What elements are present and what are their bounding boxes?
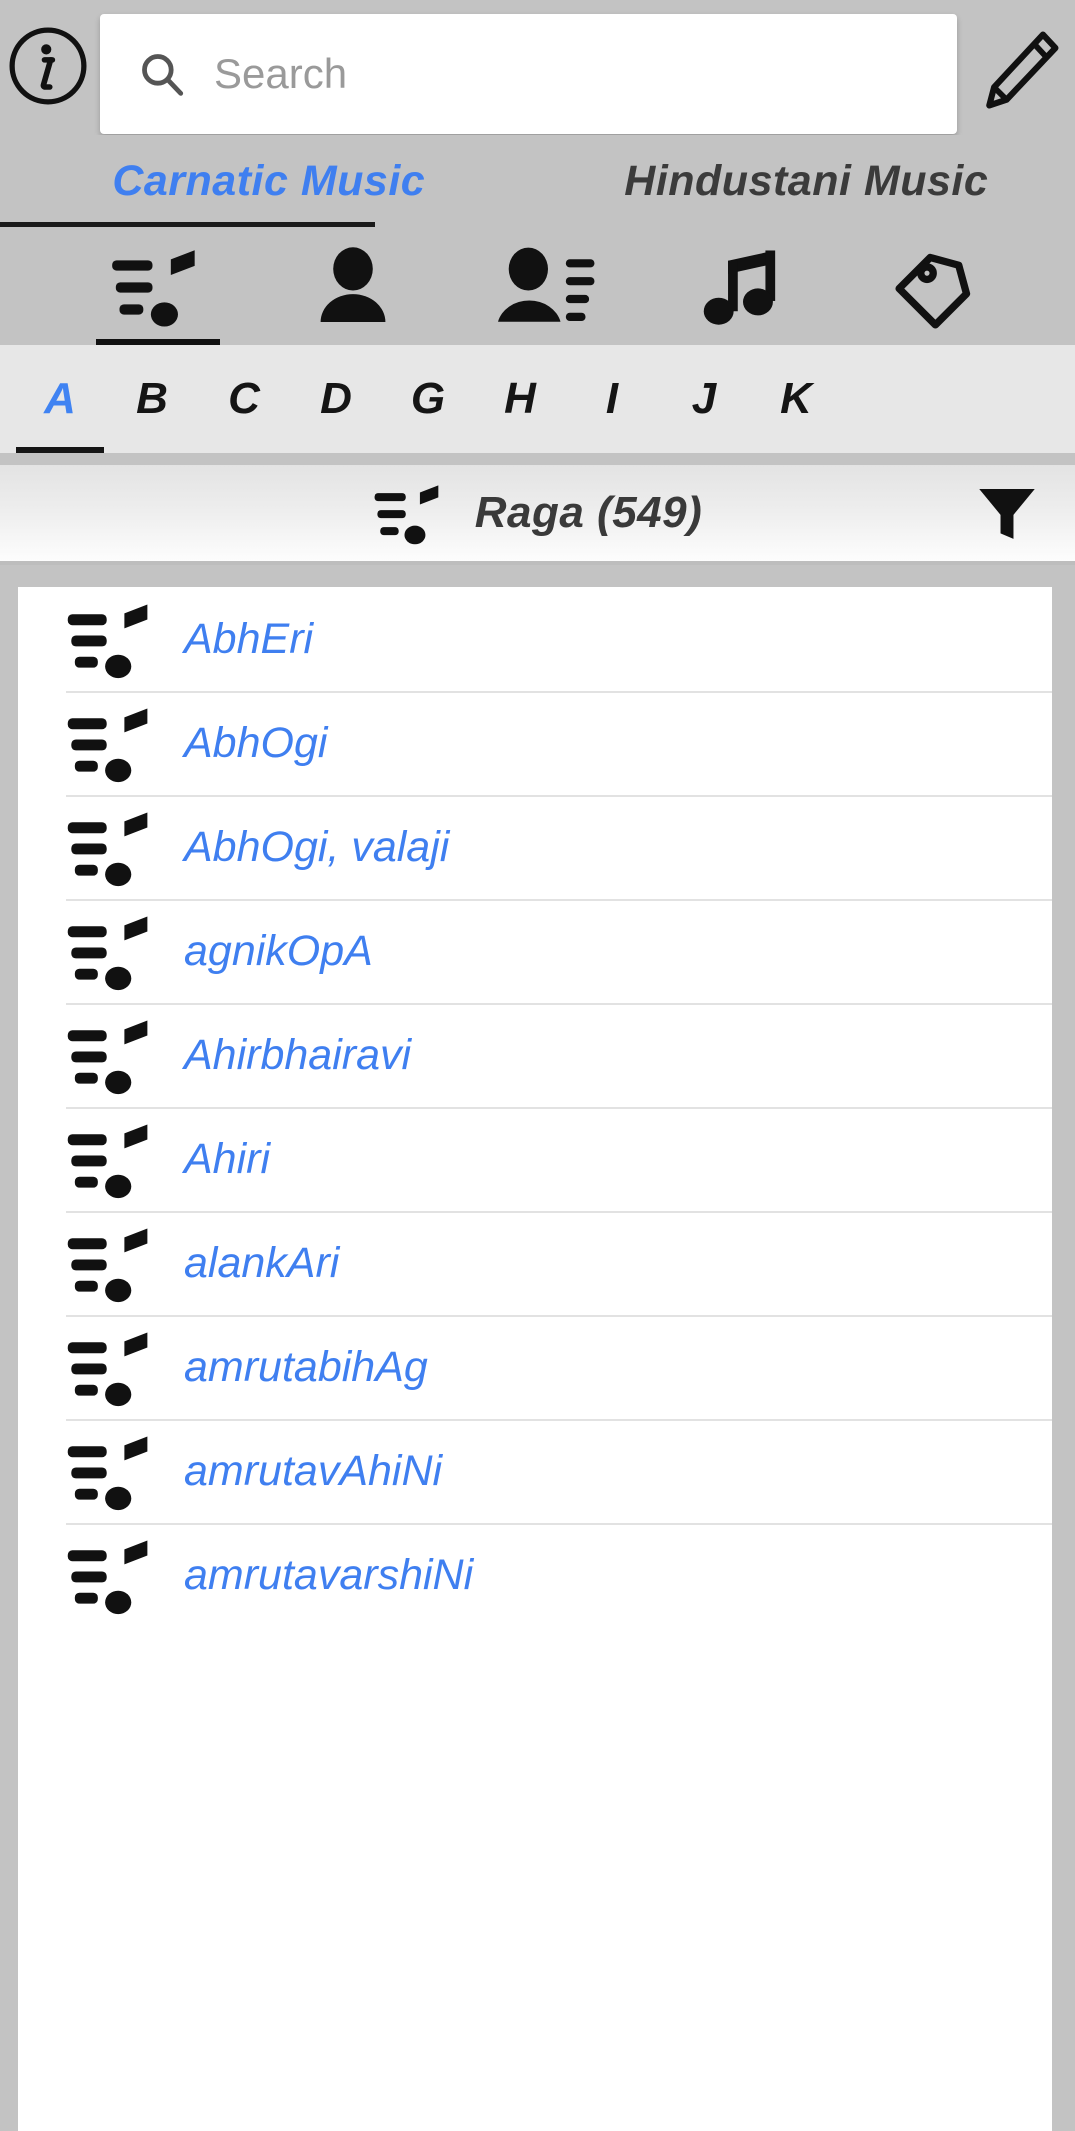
raga-list-icon (66, 700, 158, 786)
list-item[interactable]: AbhOgi (18, 691, 1052, 795)
raga-list-icon (373, 479, 447, 547)
main-tab-bar: Carnatic Music Hindustani Music (0, 135, 1075, 227)
raga-list-icon (110, 242, 206, 330)
list-item[interactable]: amrutabihAg (18, 1315, 1052, 1419)
tab-carnatic-music[interactable]: Carnatic Music (0, 135, 538, 227)
icon-tab-tag[interactable] (840, 227, 1035, 345)
list-item-label: Ahiri (184, 1134, 271, 1183)
alpha-letter-k-label: K (780, 374, 812, 423)
list-item-label: AbhOgi (184, 718, 328, 767)
tab-hindustani-music[interactable]: Hindustani Music (538, 135, 1075, 227)
person-list-icon (497, 246, 598, 326)
person-icon (317, 246, 389, 326)
tag-icon (894, 242, 982, 330)
alpha-letter-c-label: C (228, 374, 260, 423)
alpha-letter-a-label: A (44, 374, 76, 423)
icon-tab-bar (0, 227, 1075, 345)
alpha-letter-b-label: B (136, 374, 168, 423)
alphabet-index-strip[interactable]: A B C D G H I J K (0, 345, 1075, 453)
raga-list-icon (66, 804, 158, 890)
alpha-letter-c[interactable]: C (198, 345, 290, 453)
list-item[interactable]: amrutavarshiNi (18, 1523, 1052, 1627)
raga-list-icon (66, 1220, 158, 1306)
tab-carnatic-music-label: Carnatic Music (112, 156, 426, 205)
top-bar (0, 0, 1075, 135)
alpha-letter-k[interactable]: K (750, 345, 842, 453)
icon-tab-person[interactable] (255, 227, 450, 345)
section-header-title: Raga (549) (474, 488, 703, 537)
alpha-letter-i-label: I (605, 374, 619, 423)
icon-tab-person-list[interactable] (450, 227, 645, 345)
active-letter-indicator (16, 447, 104, 453)
list-item-label: amrutavarshiNi (184, 1550, 474, 1599)
list-item-label: alankAri (184, 1238, 340, 1287)
alpha-letter-a[interactable]: A (14, 345, 106, 453)
list-item[interactable]: agnikOpA (18, 899, 1052, 1003)
list-item-label: amrutabihAg (184, 1342, 428, 1391)
alpha-letter-d[interactable]: D (290, 345, 382, 453)
raga-list-icon (66, 596, 158, 682)
search-input[interactable] (212, 13, 957, 135)
info-button[interactable] (0, 14, 100, 118)
raga-list-icon (66, 1532, 158, 1618)
alpha-letter-j-label: J (691, 374, 717, 423)
raga-list-container[interactable]: AbhEri AbhOgi AbhOgi, valaji agnikOpA Ah… (0, 565, 1075, 2131)
raga-list-icon (66, 1324, 158, 1410)
icon-tab-raga-list[interactable] (60, 227, 255, 345)
tab-hindustani-music-label: Hindustani Music (624, 156, 989, 205)
search-icon (136, 48, 188, 100)
alpha-letter-g-label: G (410, 374, 446, 423)
raga-list-icon (66, 908, 158, 994)
filter-button[interactable] (967, 473, 1047, 553)
section-header-center: Raga (549) (0, 479, 1075, 547)
list-item-label: AbhEri (184, 614, 314, 663)
list-item-label: amrutavAhiNi (184, 1446, 443, 1495)
raga-list-icon (66, 1428, 158, 1514)
search-box[interactable] (100, 13, 957, 135)
list-item[interactable]: AbhOgi, valaji (18, 795, 1052, 899)
raga-list-icon (66, 1116, 158, 1202)
info-circle-icon (6, 24, 90, 108)
alpha-letter-h[interactable]: H (474, 345, 566, 453)
alpha-letter-j[interactable]: J (658, 345, 750, 453)
list-item[interactable]: alankAri (18, 1211, 1052, 1315)
alpha-letter-i[interactable]: I (566, 345, 658, 453)
pencil-icon (973, 24, 1065, 116)
alpha-letter-h-label: H (504, 374, 536, 423)
filter-funnel-icon (970, 476, 1044, 550)
music-note-icon (700, 243, 786, 329)
section-header-spacer (0, 453, 1075, 465)
raga-list-icon (66, 1012, 158, 1098)
list-item[interactable]: Ahirbhairavi (18, 1003, 1052, 1107)
alpha-letter-g[interactable]: G (382, 345, 474, 453)
list-item[interactable]: amrutavAhiNi (18, 1419, 1052, 1523)
icon-tab-music-note[interactable] (645, 227, 840, 345)
alpha-letter-b[interactable]: B (106, 345, 198, 453)
list-item[interactable]: Ahiri (18, 1107, 1052, 1211)
list-item-label: Ahirbhairavi (184, 1030, 412, 1079)
list-item-label: AbhOgi, valaji (184, 822, 450, 871)
list-item[interactable]: AbhEri (18, 587, 1052, 691)
list-item-label: agnikOpA (184, 926, 373, 975)
edit-button[interactable] (963, 14, 1075, 126)
alpha-letter-d-label: D (320, 374, 352, 423)
raga-list-card: AbhEri AbhOgi AbhOgi, valaji agnikOpA Ah… (18, 587, 1052, 2131)
section-header: Raga (549) (0, 465, 1075, 565)
